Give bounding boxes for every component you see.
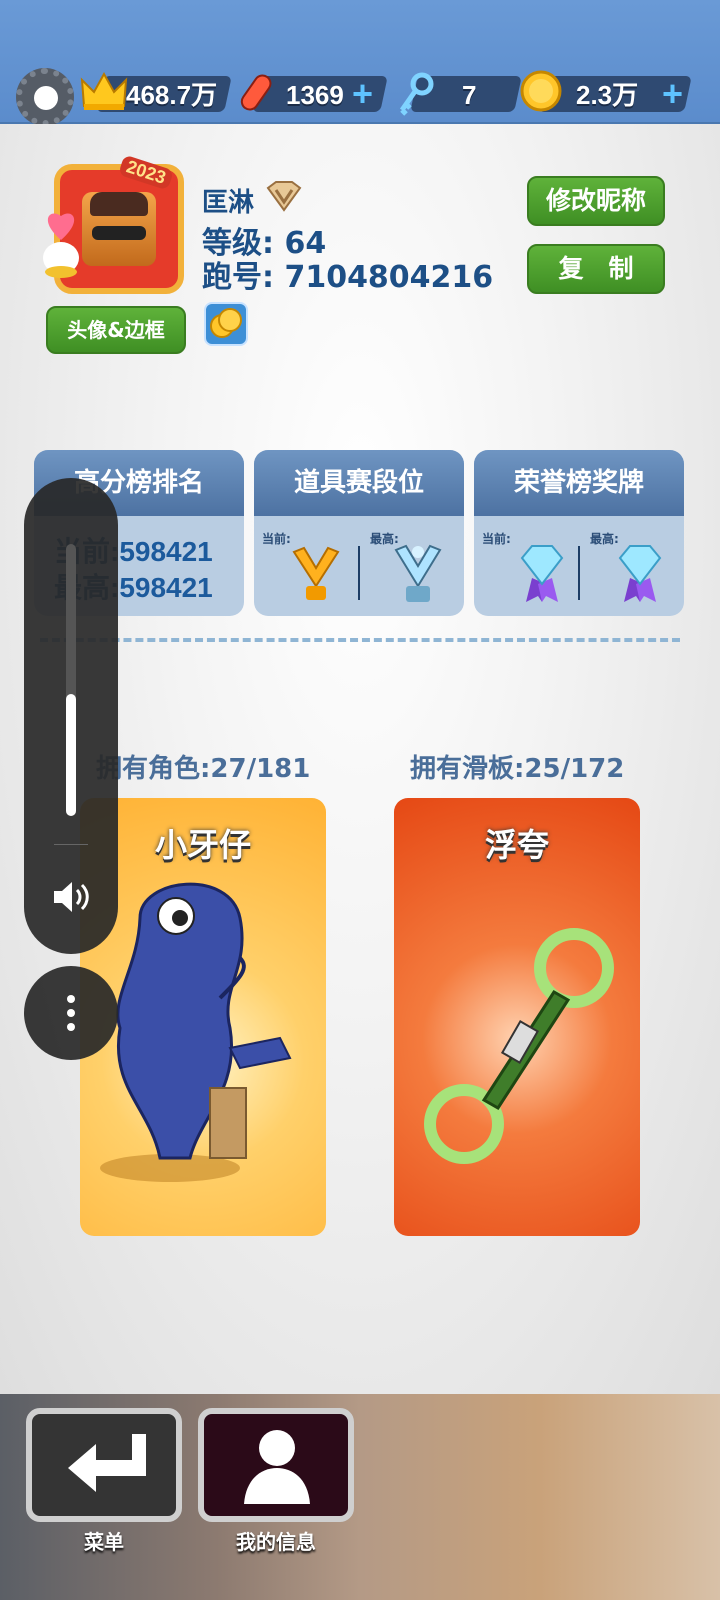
keys-value: 7 [462,80,477,110]
add-coins-button[interactable]: + [662,76,683,112]
volume-panel[interactable] [24,478,118,954]
vertical-dots-icon [67,995,75,1031]
current-label: 当前: [262,532,291,546]
section-divider [40,638,680,642]
boards-value: 1369 [286,80,344,110]
my-info-label: 我的信息 [236,1530,316,1554]
rank-v-badge-icon [266,181,302,212]
my-info-button[interactable] [198,1408,354,1522]
crown-icon [80,71,128,110]
card-title: 道具赛段位 [254,450,464,516]
copy-id-button[interactable]: 复 制 [527,244,665,294]
player-name: 匡淋 [202,188,255,218]
board-showcase[interactable]: 浮夸 [394,798,640,1236]
boards-owned-count: 拥有滑板:25/172 [410,754,625,784]
silver-tier-trophy-icon [394,544,442,602]
more-options-button[interactable] [24,966,118,1060]
board-name: 浮夸 [484,826,549,864]
characters-owned-count: 拥有角色:27/181 [96,754,311,784]
avatar-frame-button[interactable]: 头像&边框 [46,306,186,354]
diamond-medal-icon [520,545,564,602]
return-arrow-icon [68,1434,146,1492]
coin-collection-icon[interactable] [204,302,248,346]
menu-label: 菜单 [84,1530,124,1554]
volume-slider[interactable] [66,544,76,816]
bunny-decoration-icon [43,213,79,278]
character-face-icon [82,192,156,266]
gold-tier-trophy-icon [292,546,340,600]
diamond-medal-best-icon [618,545,662,602]
card-title: 荣誉榜奖牌 [474,450,684,516]
coins-value: 2.3万 [576,80,639,110]
speaker-icon[interactable] [52,880,90,914]
hoverboard-icon [240,74,272,111]
crowns-value: 468.7万 [126,80,218,110]
item-race-tier-card[interactable]: 道具赛段位 当前: 最高: [254,450,464,616]
current-label: 当前: [482,532,511,546]
menu-button[interactable] [26,1408,182,1522]
volume-level [66,693,76,816]
runner-id: 跑号: 7104804216 [202,260,494,295]
key-icon [399,72,434,116]
add-boards-button[interactable]: + [352,76,373,112]
coin-icon [520,70,562,112]
best-label: 最高: [590,532,619,546]
settings-gear-icon[interactable] [16,68,74,126]
hoverboard-item-icon [424,928,614,1164]
edit-nickname-button[interactable]: 修改昵称 [527,176,665,226]
honor-medal-card[interactable]: 荣誉榜奖牌 当前: 最高: [474,450,684,616]
user-profile-icon [244,1430,310,1504]
